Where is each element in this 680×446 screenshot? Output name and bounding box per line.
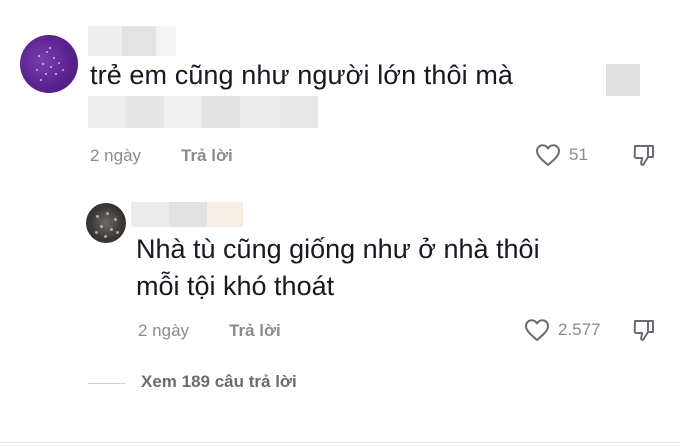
heart-outline-icon	[535, 143, 561, 167]
comment-time: 2 ngày	[90, 146, 142, 165]
username-redacted[interactable]	[131, 202, 243, 227]
avatar[interactable]	[20, 35, 78, 93]
like-count: 2.577	[558, 320, 601, 339]
like-button[interactable]: 51	[535, 143, 588, 167]
comment-text: trẻ em cũng như người lớn thôi mà	[90, 60, 514, 90]
dislike-button[interactable]	[632, 318, 656, 347]
avatar[interactable]	[86, 203, 126, 243]
comment-text-line-2: mỗi tội khó thoát	[136, 271, 335, 301]
divider	[88, 383, 126, 384]
reply-button[interactable]: Trả lời	[229, 321, 281, 341]
thumbs-down-icon	[632, 145, 656, 171]
like-count: 51	[569, 145, 588, 164]
reply-button[interactable]: Trả lời	[181, 146, 233, 166]
heart-outline-icon	[524, 318, 550, 342]
comment-text-line-1: Nhà tù cũng giống như ở nhà thôi	[136, 234, 540, 264]
redacted-text	[88, 96, 318, 128]
thumbs-down-icon	[632, 320, 656, 346]
view-more-replies-button[interactable]: Xem 189 câu trả lời	[141, 372, 297, 392]
like-button[interactable]: 2.577	[524, 318, 601, 342]
comment-time: 2 ngày	[138, 321, 190, 340]
dislike-button[interactable]	[632, 143, 656, 172]
username-redacted[interactable]	[88, 26, 176, 56]
redacted-emoji	[606, 64, 640, 96]
divider	[0, 442, 680, 443]
